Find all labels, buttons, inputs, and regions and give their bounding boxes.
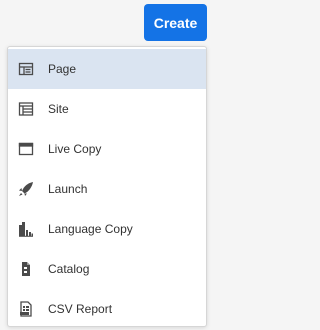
menu-item-label: Site <box>48 102 69 116</box>
menu-item-label: CSV Report <box>48 302 113 316</box>
site-icon <box>18 101 34 117</box>
language-copy-icon <box>18 221 34 237</box>
launch-icon <box>18 181 34 197</box>
menu-item-csv-report[interactable]: CSV Report <box>8 289 206 329</box>
top-bar: Create <box>0 0 214 46</box>
menu-item-launch[interactable]: Launch <box>8 169 206 209</box>
create-button[interactable]: Create <box>144 4 207 41</box>
create-dropdown-menu: Page Site Live Copy Launch Language Copy… <box>7 46 207 327</box>
csv-report-icon <box>18 301 34 317</box>
menu-item-label: Language Copy <box>48 222 133 236</box>
menu-item-catalog[interactable]: Catalog <box>8 249 206 289</box>
menu-item-page[interactable]: Page <box>8 49 206 89</box>
menu-item-live-copy[interactable]: Live Copy <box>8 129 206 169</box>
menu-item-site[interactable]: Site <box>8 89 206 129</box>
menu-item-language-copy[interactable]: Language Copy <box>8 209 206 249</box>
menu-item-label: Catalog <box>48 262 90 276</box>
catalog-icon <box>18 261 34 277</box>
menu-item-label: Launch <box>48 182 88 196</box>
menu-item-label: Page <box>48 62 77 76</box>
page-icon <box>18 61 34 77</box>
live-copy-icon <box>18 141 34 157</box>
menu-item-label: Live Copy <box>48 142 102 156</box>
